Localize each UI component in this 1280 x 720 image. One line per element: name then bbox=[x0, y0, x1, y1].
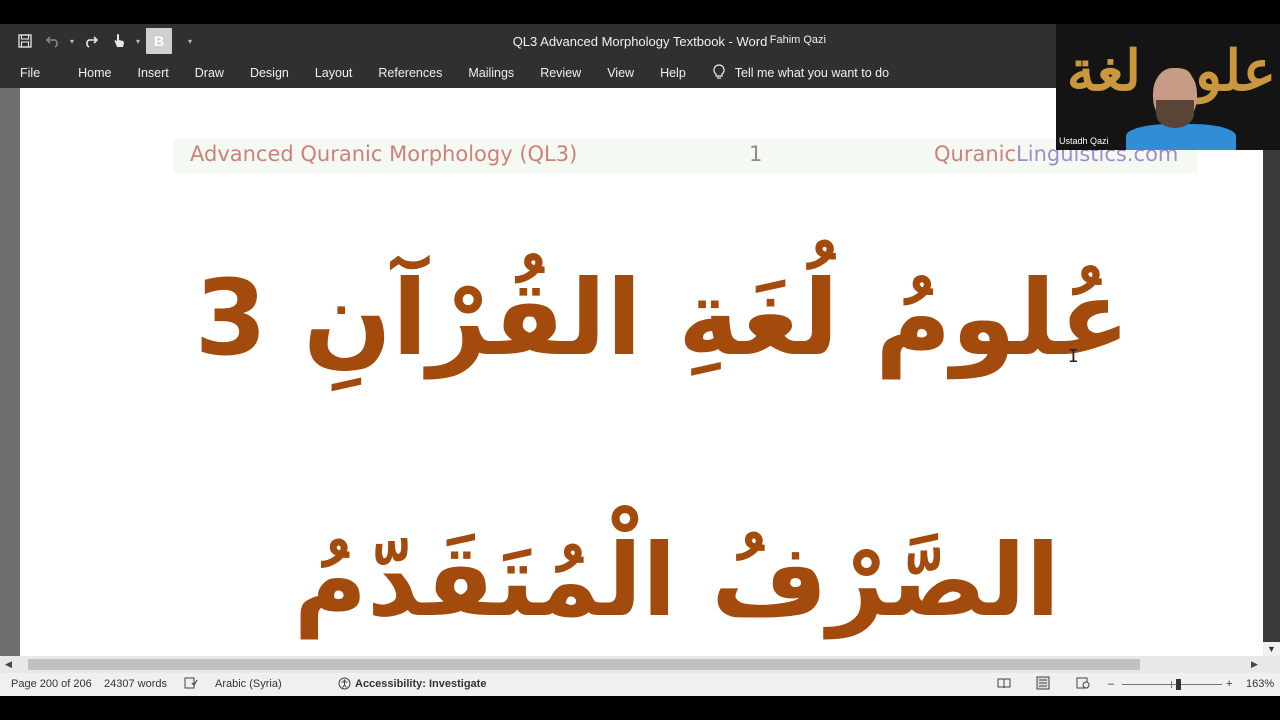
horizontal-scrollbar[interactable]: ◀ ▶ bbox=[0, 656, 1280, 673]
undo-dropdown-icon[interactable]: ▾ bbox=[70, 37, 74, 46]
presenter-beard bbox=[1156, 100, 1194, 128]
bold-button[interactable]: B bbox=[146, 28, 173, 54]
read-mode-icon[interactable] bbox=[997, 677, 1011, 692]
document-canvas: Advanced Quranic Morphology (QL3) 1 Qura… bbox=[0, 88, 1280, 656]
customize-qat-icon[interactable]: ▾ bbox=[188, 37, 192, 46]
tab-mailings[interactable]: Mailings bbox=[455, 58, 527, 88]
presenter-shirt bbox=[1126, 124, 1236, 150]
accessibility-icon bbox=[338, 677, 351, 693]
document-page[interactable]: Advanced Quranic Morphology (QL3) 1 Qura… bbox=[20, 88, 1263, 656]
accessibility-status[interactable]: Accessibility: Investigate bbox=[355, 678, 486, 690]
tab-view[interactable]: View bbox=[594, 58, 647, 88]
tab-design[interactable]: Design bbox=[237, 58, 302, 88]
zoom-slider-center-mark bbox=[1171, 681, 1172, 688]
horizontal-scroll-thumb[interactable] bbox=[28, 659, 1140, 670]
header-course-title: Advanced Quranic Morphology (QL3) bbox=[190, 142, 578, 166]
language-indicator[interactable]: Arabic (Syria) bbox=[215, 678, 282, 690]
print-layout-icon[interactable] bbox=[1036, 676, 1050, 693]
zoom-out-button[interactable]: – bbox=[1108, 678, 1114, 690]
tell-me-label: Tell me what you want to do bbox=[734, 66, 890, 80]
zoom-level[interactable]: 163% bbox=[1246, 678, 1274, 690]
quick-access-toolbar: ▾ ▾ B ▾ bbox=[14, 28, 192, 54]
tab-help[interactable]: Help bbox=[647, 58, 699, 88]
word-count[interactable]: 24307 words bbox=[104, 678, 167, 690]
tab-draw[interactable]: Draw bbox=[182, 58, 237, 88]
scroll-left-icon[interactable]: ◀ bbox=[0, 656, 17, 673]
page-count[interactable]: Page 200 of 206 bbox=[11, 678, 92, 690]
arabic-title-line-1: عُلومُ لُغَةِ القُرْآنِ 3 bbox=[194, 257, 1130, 379]
touch-dropdown-icon[interactable]: ▾ bbox=[136, 37, 140, 46]
tab-home[interactable]: Home bbox=[65, 58, 124, 88]
webcam-name-label: Ustadh Qazi bbox=[1059, 136, 1109, 146]
account-name[interactable]: Fahim Qazi bbox=[770, 34, 826, 46]
proofing-icon[interactable] bbox=[184, 677, 198, 692]
text-cursor-icon: I bbox=[1068, 346, 1079, 367]
tab-review[interactable]: Review bbox=[527, 58, 594, 88]
webcam-overlay: علوم لغة القرآن Ustadh Qazi bbox=[1056, 24, 1280, 150]
tell-me-search[interactable]: Tell me what you want to do bbox=[713, 63, 890, 83]
tab-references[interactable]: References bbox=[365, 58, 455, 88]
lightbulb-icon bbox=[713, 63, 725, 83]
arabic-title-line-2: الصَّرْفُ الْمُتَقَدّمُ bbox=[293, 522, 1060, 639]
scroll-right-icon[interactable]: ▶ bbox=[1246, 656, 1263, 673]
vertical-scrollbar[interactable]: ▼ bbox=[1263, 88, 1280, 656]
tab-insert[interactable]: Insert bbox=[125, 58, 182, 88]
status-bar: Page 200 of 206 24307 words Arabic (Syri… bbox=[0, 673, 1280, 696]
scroll-down-icon[interactable]: ▼ bbox=[1263, 642, 1280, 656]
web-layout-icon[interactable] bbox=[1076, 677, 1090, 692]
tab-file[interactable]: File bbox=[0, 58, 65, 88]
header-page-number: 1 bbox=[749, 142, 763, 166]
save-icon[interactable] bbox=[14, 30, 36, 52]
undo-icon[interactable] bbox=[42, 30, 64, 52]
zoom-slider-track[interactable] bbox=[1122, 684, 1222, 685]
title-bar: ▾ ▾ B ▾ QL3 Advanced Morphology Textbook… bbox=[0, 24, 1056, 58]
touch-mode-icon[interactable] bbox=[108, 30, 130, 52]
zoom-in-button[interactable]: + bbox=[1226, 678, 1232, 690]
redo-icon[interactable] bbox=[80, 30, 102, 52]
tab-layout[interactable]: Layout bbox=[302, 58, 366, 88]
zoom-slider-thumb[interactable] bbox=[1176, 679, 1181, 690]
ribbon-tabs: File Home Insert Draw Design Layout Refe… bbox=[0, 58, 1056, 88]
